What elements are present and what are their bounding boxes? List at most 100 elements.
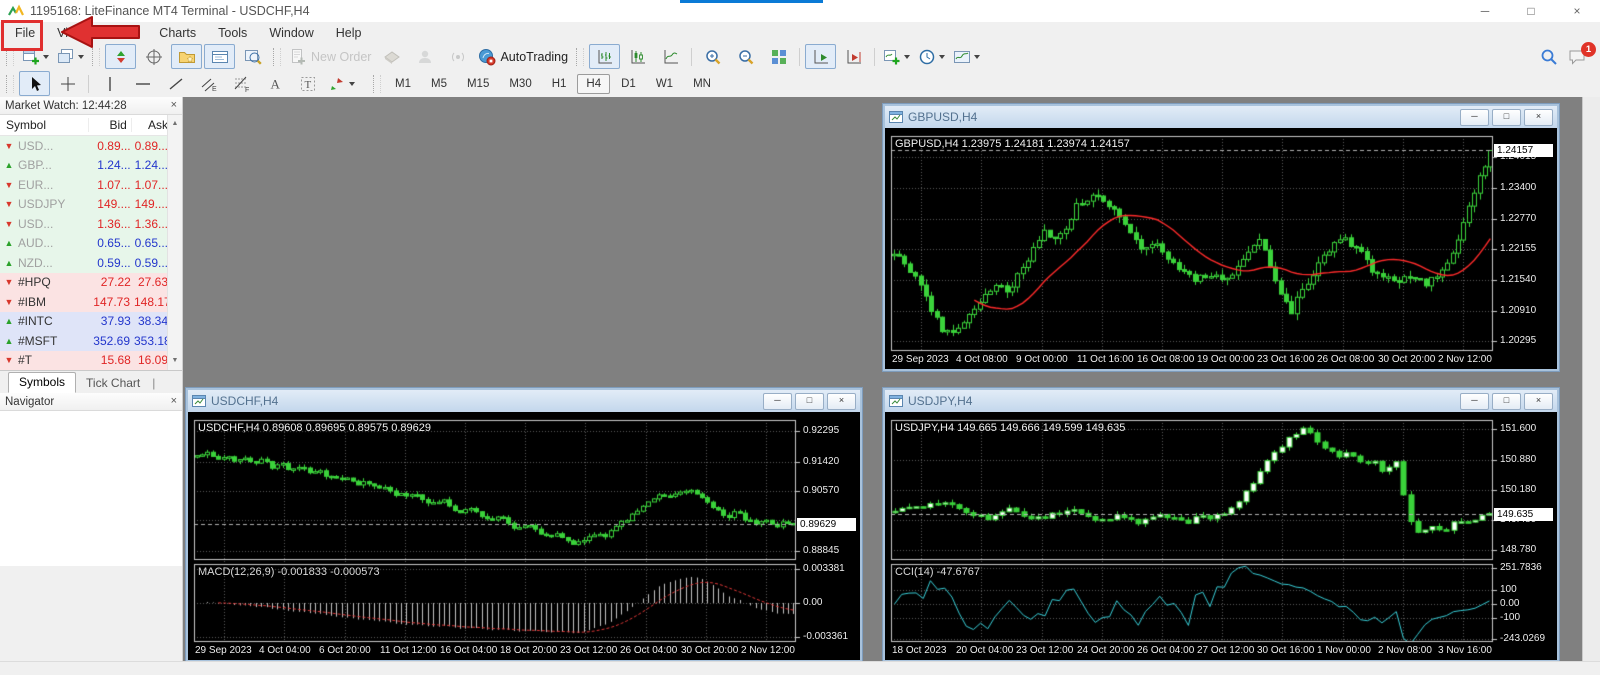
timeframe-h1[interactable]: H1 bbox=[543, 74, 576, 94]
notifications-button[interactable]: 1 bbox=[1568, 48, 1588, 66]
tab-tick-chart[interactable]: Tick Chart bbox=[76, 374, 150, 393]
scroll-up-icon[interactable]: ▲ bbox=[168, 117, 182, 131]
price-chart-canvas[interactable] bbox=[885, 412, 1557, 660]
trendline-tool-button[interactable] bbox=[160, 71, 191, 96]
chart-window-titlebar[interactable]: USDCHF,H4 ─ □ × bbox=[188, 390, 860, 412]
horizontal-line-tool-button[interactable] bbox=[127, 71, 158, 96]
timeframe-h4[interactable]: H4 bbox=[577, 74, 610, 94]
chart-close-button[interactable]: × bbox=[1524, 109, 1553, 126]
minimize-button[interactable]: ─ bbox=[1462, 0, 1508, 22]
timeframe-m30[interactable]: M30 bbox=[500, 74, 540, 94]
chart-minimize-button[interactable]: ─ bbox=[1460, 393, 1489, 410]
timeframe-m15[interactable]: M15 bbox=[458, 74, 498, 94]
market-watch-row-#HPQ[interactable]: ▼#HPQ27.2227.63 bbox=[0, 273, 168, 293]
market-watch-row-#INTC[interactable]: ▲#INTC37.9338.34 bbox=[0, 312, 168, 332]
text-tool-button[interactable]: A bbox=[259, 71, 290, 96]
chart-shift-button[interactable] bbox=[838, 44, 869, 69]
chart-window-titlebar[interactable]: GBPUSD,H4 ─ □ × bbox=[885, 106, 1557, 128]
market-watch-scrollbar[interactable]: ▲ ▼ bbox=[167, 115, 182, 370]
chart-minimize-button[interactable]: ─ bbox=[763, 393, 792, 410]
timeframe-mn[interactable]: MN bbox=[684, 74, 720, 94]
mdi-scrollbar[interactable] bbox=[1582, 97, 1600, 662]
autotrading-button[interactable]: AutoTrading bbox=[475, 44, 571, 69]
vertical-line-tool-button[interactable] bbox=[94, 71, 125, 96]
cursor-tool-button[interactable] bbox=[19, 71, 50, 96]
tile-windows-button[interactable] bbox=[763, 44, 794, 69]
market-watch-row-#T[interactable]: ▼#T15.6816.09 bbox=[0, 351, 168, 371]
strategy-tester-button[interactable] bbox=[237, 44, 268, 69]
zoom-in-button[interactable] bbox=[697, 44, 728, 69]
chart-restore-button[interactable]: □ bbox=[1492, 109, 1521, 126]
line-chart-mode-button[interactable] bbox=[655, 44, 686, 69]
scroll-down-icon[interactable]: ▼ bbox=[168, 354, 182, 368]
auto-scroll-button[interactable] bbox=[805, 44, 836, 69]
expert-advisors-button[interactable] bbox=[376, 44, 407, 69]
indicators-button[interactable] bbox=[880, 44, 913, 69]
market-watch-row-NZD[interactable]: ▲NZD...0.59...0.59... bbox=[0, 253, 168, 273]
top-blue-strip bbox=[680, 0, 823, 3]
navigator-close-icon[interactable]: × bbox=[171, 396, 177, 407]
chart-window-gbpusd[interactable]: GBPUSD,H4 ─ □ × GBPUSD,H4 1.23975 1.2418… bbox=[883, 104, 1559, 371]
price-chart-canvas[interactable] bbox=[885, 128, 1557, 369]
navigator-toggle-button[interactable] bbox=[171, 44, 202, 69]
restore-button[interactable]: □ bbox=[1508, 0, 1554, 22]
search-button[interactable] bbox=[1540, 48, 1558, 66]
bar-chart-mode-button[interactable] bbox=[589, 44, 620, 69]
toolbar-grip[interactable] bbox=[273, 48, 281, 66]
toolbar-grip[interactable] bbox=[576, 48, 584, 66]
chart-restore-button[interactable]: □ bbox=[1492, 393, 1521, 410]
chart-area[interactable]: USDJPY,H4 149.665 149.666 149.599 149.63… bbox=[885, 412, 1557, 660]
menu-charts[interactable]: Charts bbox=[148, 23, 207, 43]
templates-button[interactable] bbox=[950, 44, 983, 69]
market-watch-row-USDJPY[interactable]: ▼USDJPY149....149.... bbox=[0, 195, 168, 215]
ask-column-header[interactable]: Ask bbox=[132, 118, 168, 132]
timeframe-m5[interactable]: M5 bbox=[422, 74, 456, 94]
navigator-header[interactable]: Navigator × bbox=[0, 393, 182, 411]
tab-symbols[interactable]: Symbols bbox=[8, 372, 76, 393]
fibonacci-tool-button[interactable]: F bbox=[226, 71, 257, 96]
timeframe-w1[interactable]: W1 bbox=[647, 74, 682, 94]
channel-tool-button[interactable]: E bbox=[193, 71, 224, 96]
chart-window-usdchf[interactable]: USDCHF,H4 ─ □ × USDCHF,H4 0.89608 0.8969… bbox=[186, 388, 862, 662]
chart-window-usdjpy[interactable]: USDJPY,H4 ─ □ × USDJPY,H4 149.665 149.66… bbox=[883, 388, 1559, 662]
chart-window-titlebar[interactable]: USDJPY,H4 ─ □ × bbox=[885, 390, 1557, 412]
timeframe-d1[interactable]: D1 bbox=[612, 74, 645, 94]
toolbar-grip[interactable] bbox=[6, 75, 14, 93]
chart-restore-button[interactable]: □ bbox=[795, 393, 824, 410]
price-chart-canvas[interactable] bbox=[188, 412, 860, 660]
menu-tools[interactable]: Tools bbox=[207, 23, 258, 43]
periods-button[interactable] bbox=[915, 44, 948, 69]
symbol-column-header[interactable]: Symbol bbox=[0, 118, 89, 132]
new-order-button[interactable]: New Order bbox=[286, 44, 374, 69]
market-watch-row-GBP[interactable]: ▲GBP...1.24...1.24... bbox=[0, 156, 168, 176]
chart-close-button[interactable]: × bbox=[1524, 393, 1553, 410]
market-watch-row-#MSFT[interactable]: ▲#MSFT352.69353.18 bbox=[0, 331, 168, 351]
timeframe-m1[interactable]: M1 bbox=[386, 74, 420, 94]
chart-minimize-button[interactable]: ─ bbox=[1460, 109, 1489, 126]
menu-window[interactable]: Window bbox=[258, 23, 324, 43]
chart-area[interactable]: USDCHF,H4 0.89608 0.89695 0.89575 0.8962… bbox=[188, 412, 860, 660]
menu-help[interactable]: Help bbox=[325, 23, 373, 43]
crosshair-tool-button[interactable] bbox=[52, 71, 83, 96]
market-watch-close-icon[interactable]: × bbox=[171, 100, 177, 111]
bid-column-header[interactable]: Bid bbox=[89, 118, 132, 132]
accounts-button[interactable] bbox=[409, 44, 440, 69]
close-button[interactable]: × bbox=[1554, 0, 1600, 22]
toolbar-grip[interactable] bbox=[373, 75, 381, 93]
market-watch-row-USD[interactable]: ▼USD...0.89...0.89... bbox=[0, 136, 168, 156]
text-label-tool-button[interactable]: T bbox=[292, 71, 323, 96]
navigator-body[interactable] bbox=[0, 411, 182, 566]
arrows-tool-button[interactable] bbox=[325, 71, 358, 96]
terminal-toggle-button[interactable] bbox=[204, 44, 235, 69]
market-watch-row-EUR[interactable]: ▼EUR...1.07...1.07... bbox=[0, 175, 168, 195]
broadcast-button[interactable] bbox=[442, 44, 473, 69]
market-watch-header[interactable]: Market Watch: 12:44:28 × bbox=[0, 97, 182, 115]
chart-area[interactable]: GBPUSD,H4 1.23975 1.24181 1.23974 1.2415… bbox=[885, 128, 1557, 369]
market-watch-row-USD[interactable]: ▼USD...1.36...1.36... bbox=[0, 214, 168, 234]
candlestick-mode-button[interactable] bbox=[622, 44, 653, 69]
market-watch-row-#IBM[interactable]: ▼#IBM147.73148.17 bbox=[0, 292, 168, 312]
data-window-button[interactable] bbox=[138, 44, 169, 69]
zoom-out-button[interactable] bbox=[730, 44, 761, 69]
chart-close-button[interactable]: × bbox=[827, 393, 856, 410]
market-watch-row-AUD[interactable]: ▲AUD...0.65...0.65... bbox=[0, 234, 168, 254]
